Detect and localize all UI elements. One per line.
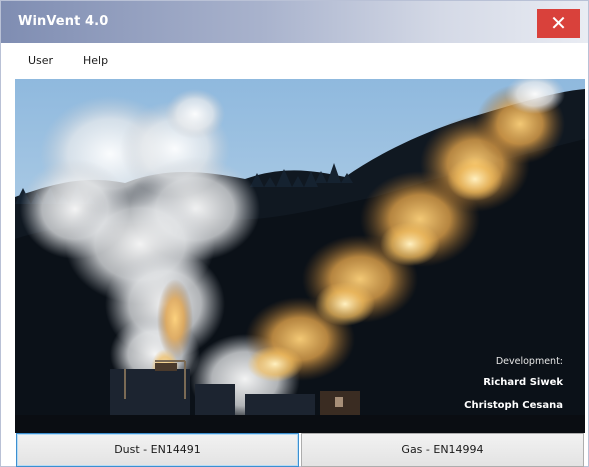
gas-button[interactable]: Gas - EN14994 xyxy=(301,433,584,467)
dust-button[interactable]: Dust - EN14491 xyxy=(16,433,299,467)
menu-bar: User Help xyxy=(1,43,588,79)
app-window: WinVent 4.0 ✕ User Help Development: Ric… xyxy=(0,0,589,467)
menu-item-user[interactable]: User xyxy=(28,54,53,67)
credits-heading: Development: xyxy=(495,356,563,367)
developer-name: Richard Siwek xyxy=(483,377,563,388)
close-button[interactable]: ✕ xyxy=(537,9,580,38)
close-icon: ✕ xyxy=(550,11,567,35)
menu-item-help[interactable]: Help xyxy=(83,54,108,67)
developer-name: Christoph Cesana xyxy=(464,400,563,411)
splash-image: Development: Richard Siwek Christoph Ces… xyxy=(15,79,585,433)
title-bar[interactable]: WinVent 4.0 ✕ xyxy=(1,1,588,43)
window-title: WinVent 4.0 xyxy=(18,14,109,29)
